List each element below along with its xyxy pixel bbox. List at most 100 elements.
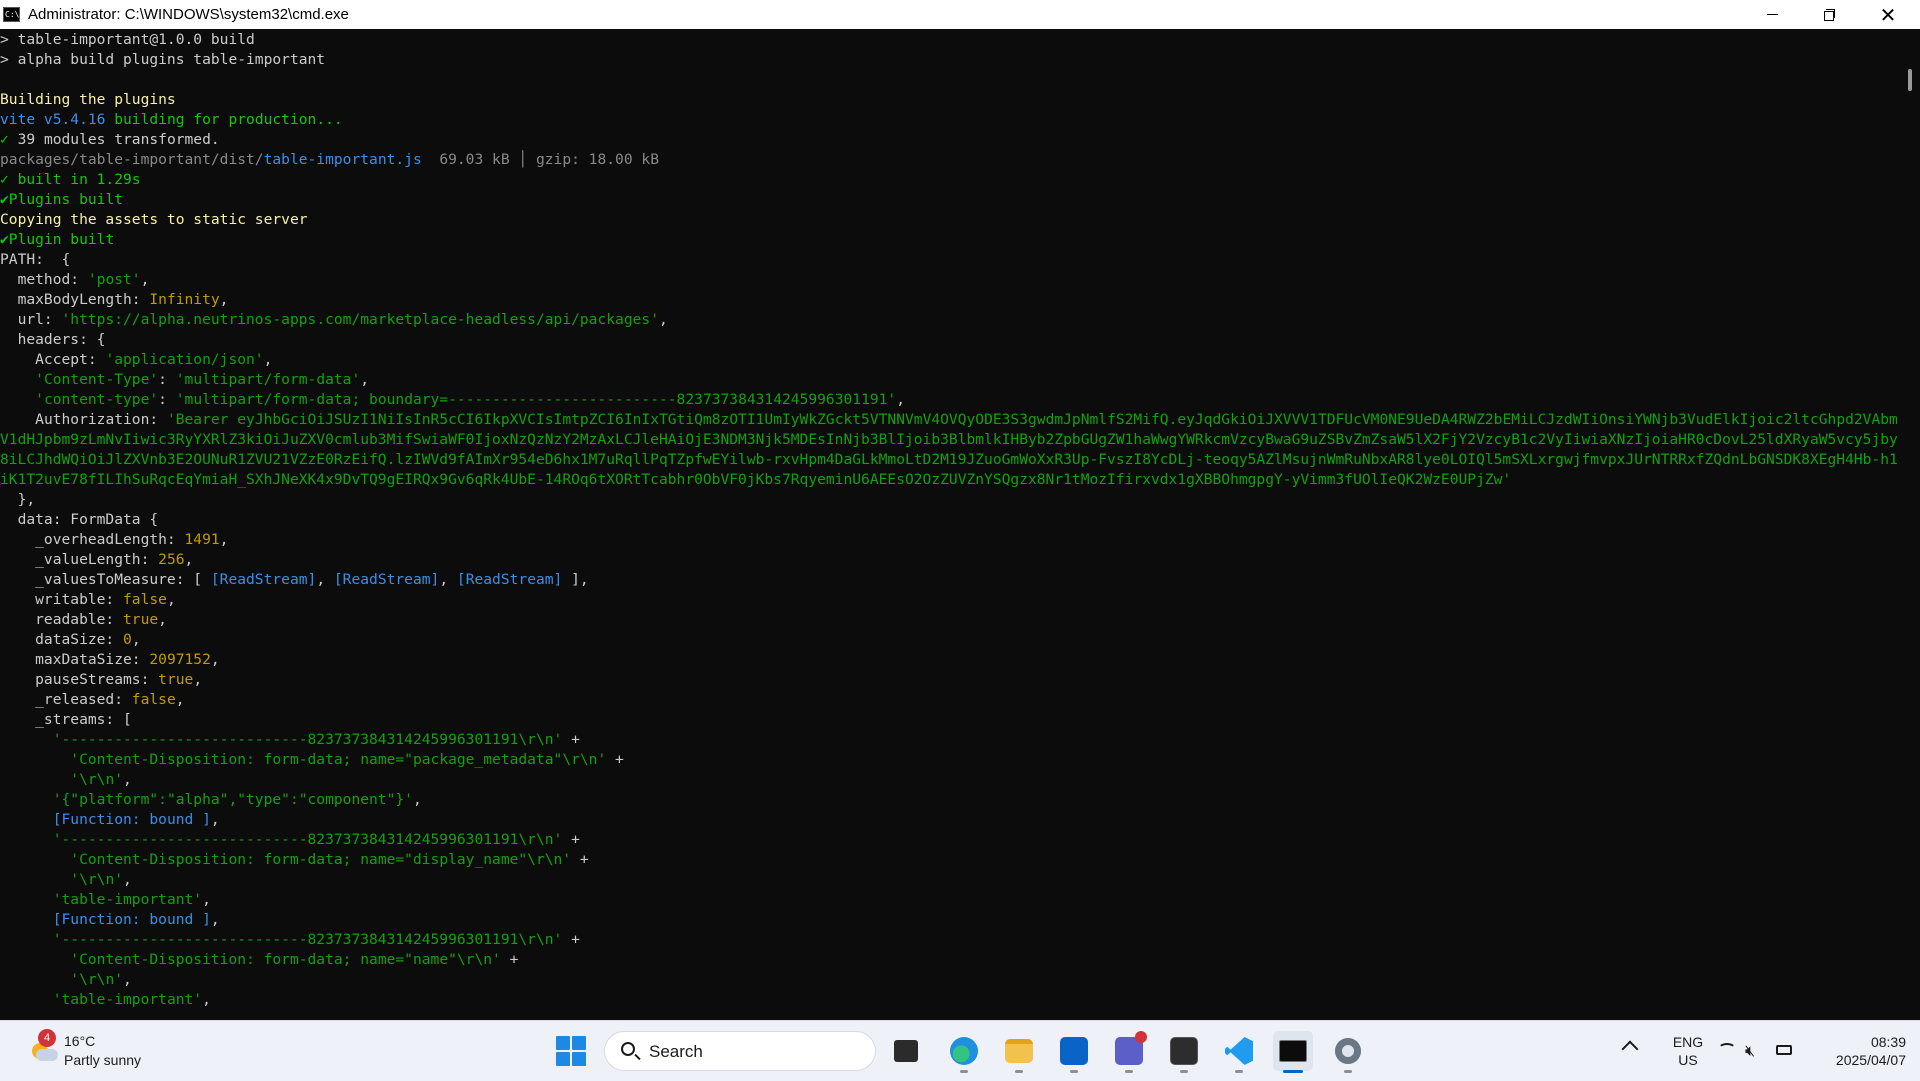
console-text: + [562,931,580,948]
task-view-button[interactable] [886,1031,926,1071]
console-text: , [166,591,176,608]
console-text: , [140,271,150,288]
clock[interactable]: 08:39 2025/04/07 [1810,1033,1906,1069]
console-line: headers: { [0,330,1900,350]
console-text: [ReadStream] [456,571,563,588]
cmd-button[interactable] [1273,1031,1313,1073]
wifi-icon[interactable] [1718,1043,1736,1055]
settings-button[interactable] [1328,1031,1368,1073]
scrollbar-thumb[interactable] [1908,69,1912,91]
console-line: ✔Plugins built [0,190,1900,210]
console-line: ✓ built in 1.29s [0,170,1900,190]
console-line: pauseStreams: true, [0,670,1900,690]
teams-button[interactable] [1109,1031,1149,1073]
console-text: readable: [0,611,124,628]
console-line: Authorization: 'Bearer eyJhbGciOiJSUzI1N… [0,410,1900,490]
console-text: '\r\n' [70,971,124,988]
console-line: [Function: bound ], [0,910,1900,930]
weather-widget[interactable]: 4 16°C Partly sunny [24,1029,164,1073]
restore-button[interactable] [1801,0,1859,29]
chevron-up-icon[interactable] [1621,1040,1639,1058]
console-text: pauseStreams: [0,671,159,688]
weather-description: Partly sunny [64,1052,142,1068]
restore-icon [1824,8,1836,21]
console-text: '\r\n' [70,871,124,888]
console-text: , [175,691,185,708]
console-text: , [360,371,370,388]
console-text: '{"platform":"alpha","type":"component"}… [52,791,413,808]
start-button[interactable] [556,1036,586,1066]
close-button[interactable]: ✕ [1859,0,1917,29]
console-line: '----------------------------82373738431… [0,730,1900,750]
minimize-button[interactable] [1743,0,1801,29]
console-text: Infinity [149,291,220,308]
console-line: vite v5.4.16 building for production... [0,110,1900,130]
console-text: 'multipart/form-data; boundary=---------… [175,391,897,408]
terminal-button[interactable] [1164,1031,1204,1073]
console-text: , [123,971,132,988]
outlook-icon [1060,1037,1088,1065]
console-line: PATH: { [0,250,1900,270]
vscode-icon [1225,1037,1253,1065]
console-text: Plugins built [8,191,124,208]
close-icon: ✕ [1879,2,1897,27]
console-line: Copying the assets to static server [0,210,1900,230]
console-text: Authorization: [0,411,167,428]
console-line: '{"platform":"alpha","type":"component"}… [0,790,1900,810]
title-bar: C:\ Administrator: C:\WINDOWS\system32\c… [0,0,1920,30]
console-line: > table-important@1.0.0 build [0,30,1900,50]
console-text: 'Content-Disposition: form-data; name="n… [70,951,501,968]
console-text: '----------------------------82373738431… [52,831,563,848]
console-line: 'content-type': 'multipart/form-data; bo… [0,390,1900,410]
task-view-icon [894,1040,918,1062]
console-line: _overheadLength: 1491, [0,530,1900,550]
console-text: 2097152 [149,651,211,668]
console-line: 'Content-Disposition: form-data; name="n… [0,950,1900,970]
console-text: maxBodyLength: [0,291,150,308]
console-text: Copying the assets to static server [0,211,308,228]
battery-icon[interactable] [1776,1045,1792,1055]
console-text: , [202,891,211,908]
vscode-button[interactable] [1219,1031,1259,1073]
volume-muted-icon[interactable]: 🔇︎ [1745,1041,1755,1061]
notification-dot [1135,1031,1147,1043]
file-explorer-button[interactable] [999,1031,1039,1073]
language-indicator[interactable]: ENG US [1668,1033,1708,1069]
console-text: , [210,911,220,928]
console-text: packages/table-important/dist/ [0,151,264,168]
windows-logo-icon [556,1036,570,1050]
clock-time: 08:39 [1870,1034,1906,1050]
console-text: _streams: [ [0,711,132,728]
console-text: , [184,551,194,568]
console-text: ✔ [0,231,9,248]
console-output[interactable]: > table-important@1.0.0 build > alpha bui… [0,29,1900,1018]
console-text: true [158,671,194,688]
console-text: 'table-important' [52,891,203,908]
console-text: , [202,991,211,1008]
outlook-button[interactable] [1054,1031,1094,1073]
console-line: '\r\n', [0,870,1900,890]
console-text: : [158,371,176,388]
console-line: _valueLength: 256, [0,550,1900,570]
console-scrollbar[interactable] [1900,29,1920,1018]
console-text: , [412,791,422,808]
console-line: _streams: [ [0,710,1900,730]
console-line: 'Content-Disposition: form-data; name="d… [0,850,1900,870]
console-line: packages/table-important/dist/table-impo… [0,150,1900,170]
search-box[interactable]: Search [604,1031,876,1071]
edge-button[interactable] [944,1031,984,1073]
console-text: vite v5.4.16 [0,111,115,128]
console-text: [Function: bound ] [52,811,211,828]
console-line: maxBodyLength: Infinity, [0,290,1900,310]
console-text: _valueLength: [0,551,159,568]
taskbar: 4 16°C Partly sunny Search ENG US 🔇︎ 08:… [0,1020,1920,1081]
minimize-icon [1766,14,1778,15]
console-line: _valuesToMeasure: [ [ReadStream], [ReadS… [0,570,1900,590]
